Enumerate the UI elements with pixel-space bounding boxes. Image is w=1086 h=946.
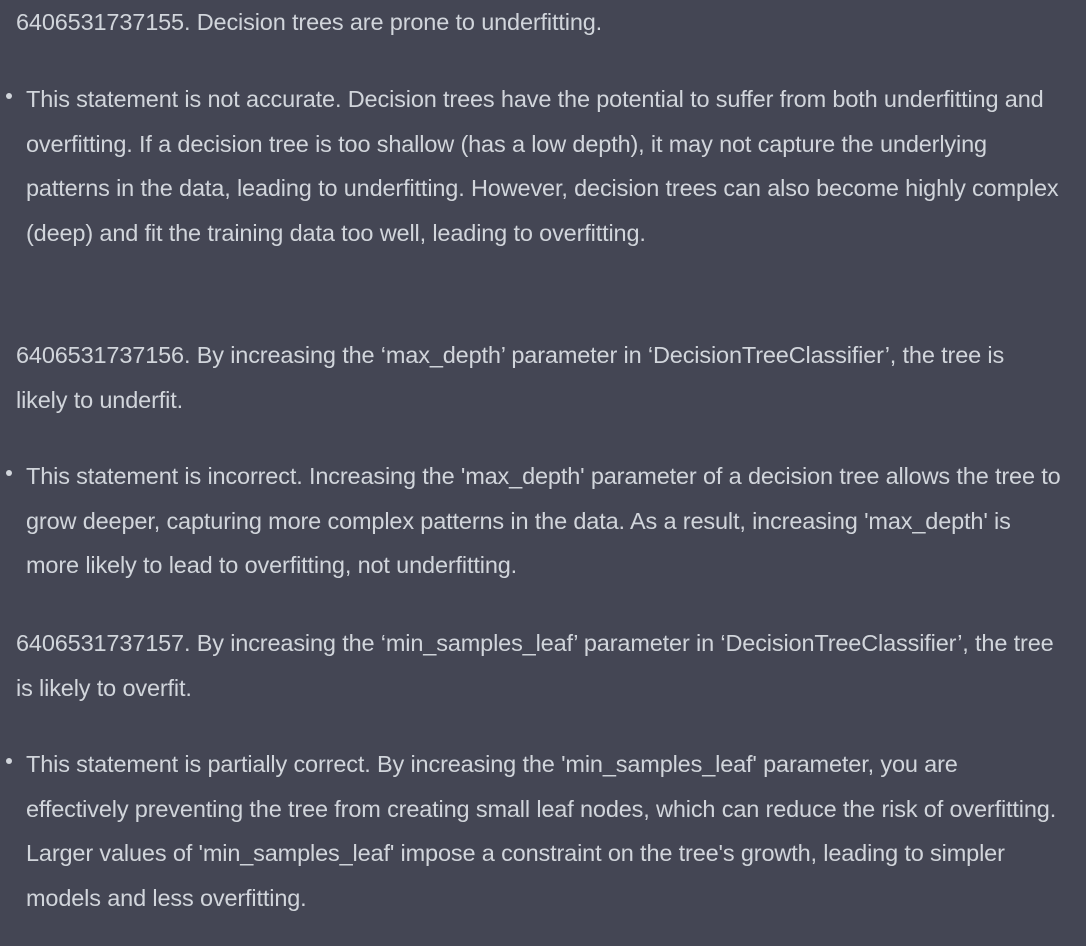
bullet-icon [6,93,12,99]
bullet-icon [6,470,12,476]
answer-text: This statement is incorrect. Increasing … [26,463,1061,579]
chat-message-content: 6406531737155. Decision trees are prone … [0,0,1086,946]
question-text: 6406531737157. By increasing the ‘min_sa… [16,630,1054,701]
answer-text: This statement is partially correct. By … [26,751,1057,911]
question-text: 6406531737156. By increasing the ‘max_de… [16,342,1005,413]
bullet-icon [6,758,12,764]
answer-text: This statement is not accurate. Decision… [26,86,1059,246]
question-text: 6406531737155. Decision trees are prone … [16,9,603,35]
